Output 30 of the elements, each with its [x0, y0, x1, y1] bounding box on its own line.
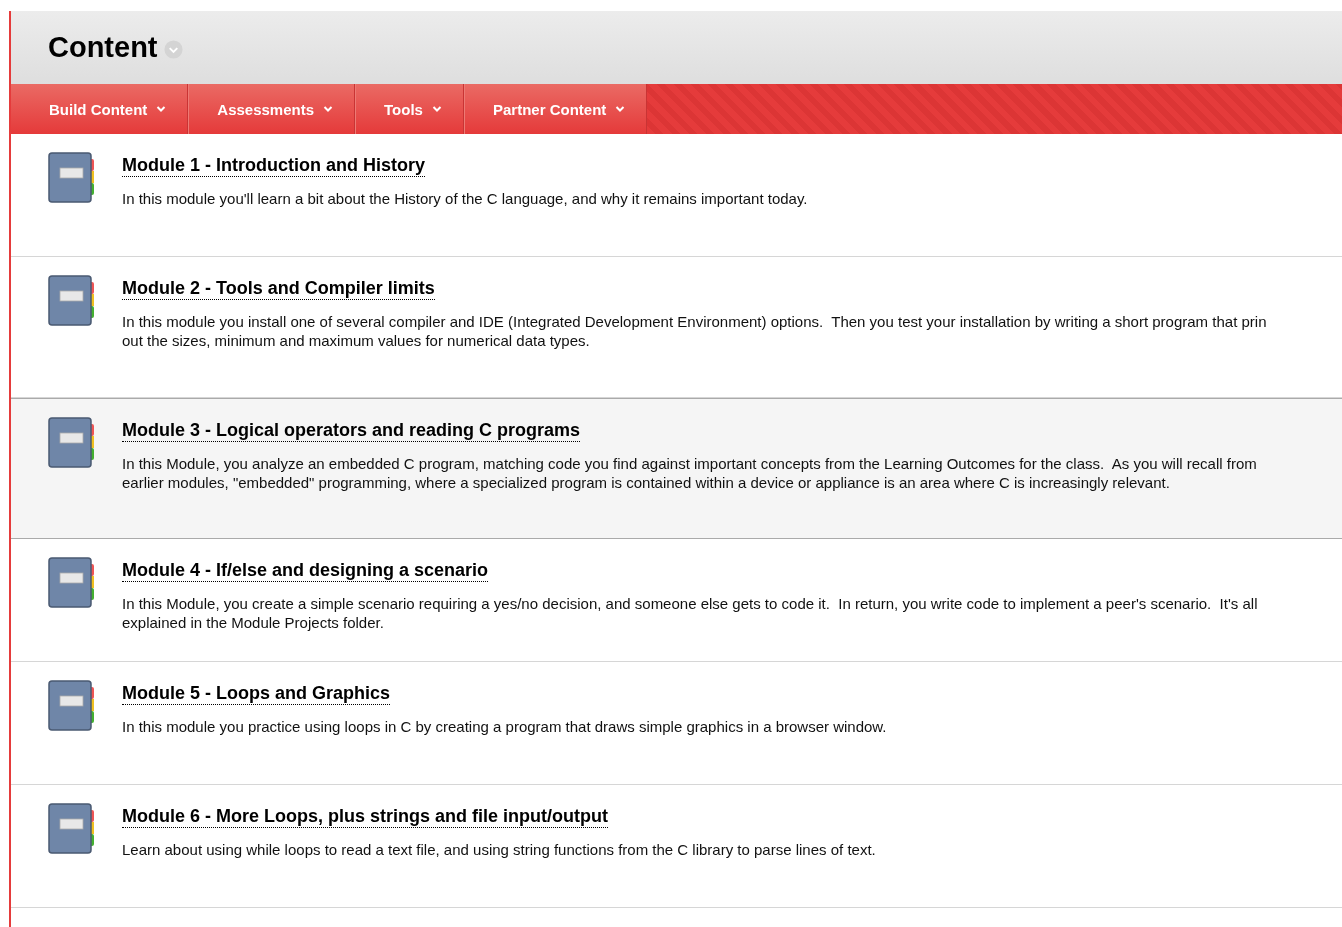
module-item[interactable] [11, 398, 1342, 539]
module-description: In this module you practice using loops in C by creating a program that draws simple graphics in a browser window. [122, 717, 887, 736]
chevron-down-icon [431, 105, 442, 113]
notebook-icon [48, 680, 96, 732]
chevron-down-icon [156, 105, 167, 113]
notebook-icon [48, 275, 96, 327]
menu-button[interactable]: Assessments [188, 84, 356, 134]
module-title-link[interactable]: Module 2 - Tools and Compiler limits [122, 277, 435, 300]
module-description: In this Module, you analyze an embedded C program, matching code you find against important concepts from the Learning Outcomes for the class. As you will recall from earlier modules, "embedded" programming, where a specialized program is contained within a device or appliance is an area where C is increasingly relevant. [122, 454, 1257, 492]
notebook-icon [48, 557, 96, 609]
module-title-link[interactable]: Module 5 - Loops and Graphics [122, 682, 391, 705]
module-item[interactable]: Module 1 - Introduction and History In this module you'll learn a bit about the History of the C language, and why it remains important today. [11, 134, 1342, 257]
module-description: In this module you'll learn a bit about the History of the C language, and why it remains important today. [122, 189, 808, 208]
module-description: In this Module, you create a simple scenario requiring a yes/no decision, and someone else gets to code it. In return, you write code to implement a peer's scenario. It's all explained in the Module Projects folder. [122, 594, 1258, 632]
module-title-link[interactable]: Module 3 - Logical operators and reading C programs [122, 419, 581, 442]
notebook-icon [48, 417, 96, 469]
module-item[interactable]: Module 6 - More Loops, plus strings and file input/output Learn about using while loops to read a text file, and using string functions from the C library to parse lines of text. [11, 785, 1342, 908]
module-title-link[interactable]: Module 1 - Introduction and History [122, 154, 425, 177]
chevron-down-icon [323, 105, 334, 113]
module-title-link[interactable]: Module 4 - If/else and designing a scenario [122, 559, 489, 582]
page-title: Content [48, 31, 158, 64]
module-title-link[interactable]: Module 6 - More Loops, plus strings and file input/output [122, 805, 608, 828]
notebook-icon [48, 803, 96, 855]
menu-button[interactable]: Partner Content [463, 84, 648, 134]
menu-button[interactable]: Tools [355, 84, 464, 134]
module-description: In this module you install one of several compiler and IDE (Integrated Development Environment) options. Then you test your installation by writing a short program that prin out the sizes, minimum and maximum values for numerical data types. [122, 312, 1267, 350]
module-description: Learn about using while loops to read a text file, and using string functions from the C library to parse lines of text. [122, 840, 876, 859]
module-item[interactable]: Module 5 - Loops and Graphics In this module you practice using loops in C by creating a program that draws simple graphics in a browser window. [11, 662, 1342, 785]
chevron-down-icon [615, 105, 626, 113]
notebook-icon [48, 152, 96, 204]
